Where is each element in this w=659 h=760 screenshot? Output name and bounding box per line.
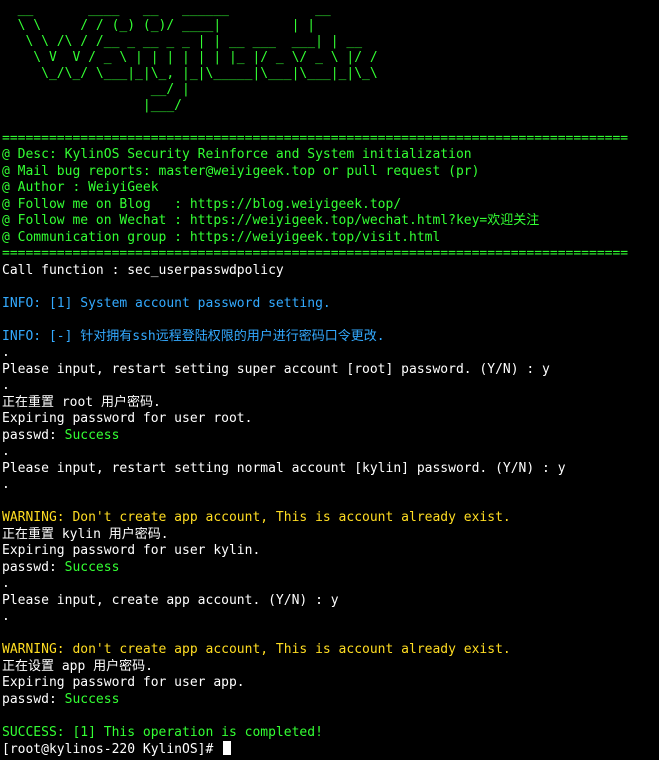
passwd-kylin-line: passwd: Success xyxy=(2,560,657,577)
warning-app-line-1: WARNING: Don't create app account, This … xyxy=(2,510,511,525)
passwd-label: passwd: xyxy=(2,691,65,707)
shell-prompt: [root@kylinos-220 KylinOS]# xyxy=(2,742,222,757)
header-wechat: @ Follow me on Wechat : https://weiyigee… xyxy=(2,213,540,228)
success-status: Success xyxy=(64,559,120,575)
dot-line: . xyxy=(2,444,10,459)
warning-app-line-2: WARNING: don't create app account, This … xyxy=(2,642,511,657)
set-app-line: 正在设置 app 用户密码. xyxy=(2,658,153,674)
dot-line: . xyxy=(2,378,10,393)
success-message-line: SUCCESS: [1] This operation is completed… xyxy=(2,724,323,740)
expire-kylin-line: Expiring password for user kylin. xyxy=(2,543,261,558)
header-group: @ Communication group : https://weiyigee… xyxy=(2,229,441,245)
weiyigeek-ascii-banner: __ ____ __ ______ __ \ \ / / (_) (_)/ __… xyxy=(17,2,378,113)
header-blog: @ Follow me on Blog : https://blog.weiyi… xyxy=(2,196,402,212)
separator-top: ========================================… xyxy=(2,130,629,146)
shell-prompt-line[interactable]: [root@kylinos-220 KylinOS]# xyxy=(2,741,657,758)
dot-line: . xyxy=(2,345,10,360)
passwd-label: passwd: xyxy=(2,427,65,443)
prompt-app-line: Please input, create app account. (Y/N) … xyxy=(2,592,339,608)
success-status: Success xyxy=(64,691,120,707)
header-desc: @ Desc: KylinOS Security Reinforce and S… xyxy=(2,147,472,162)
passwd-root-line: passwd: Success xyxy=(2,428,657,445)
info-line-system-account: INFO: [1] System account password settin… xyxy=(2,295,331,311)
terminal-window[interactable]: __ ____ __ ______ __ \ \ / / (_) (_)/ __… xyxy=(0,0,659,760)
prompt-kylin-line: Please input, restart setting normal acc… xyxy=(2,460,566,476)
separator-bottom: ========================================… xyxy=(2,246,629,261)
header-author: @ Author : WeiyiGeek xyxy=(2,180,159,195)
dot-line: . xyxy=(2,477,10,492)
dot-line: . xyxy=(2,609,10,624)
expire-app-line: Expiring password for user app. xyxy=(2,675,245,690)
reset-root-line: 正在重置 root 用户密码. xyxy=(2,394,161,410)
reset-kylin-line: 正在重置 kylin 用户密码. xyxy=(2,526,169,542)
prompt-root-line: Please input, restart setting super acco… xyxy=(2,361,550,377)
expire-root-line: Expiring password for user root. xyxy=(2,411,253,426)
info-line-ssh-users: INFO: [-] 针对拥有ssh远程登陆权限的用户进行密码口令更改. xyxy=(2,328,385,344)
header-mail: @ Mail bug reports: master@weiyigeek.top… xyxy=(2,163,480,179)
success-status: Success xyxy=(64,427,120,443)
dot-line: . xyxy=(2,576,10,591)
passwd-label: passwd: xyxy=(2,559,65,575)
call-function-line: Call function : sec_userpasswdpolicy xyxy=(2,262,284,278)
passwd-app-line: passwd: Success xyxy=(2,692,657,709)
text-cursor[interactable] xyxy=(223,741,232,755)
